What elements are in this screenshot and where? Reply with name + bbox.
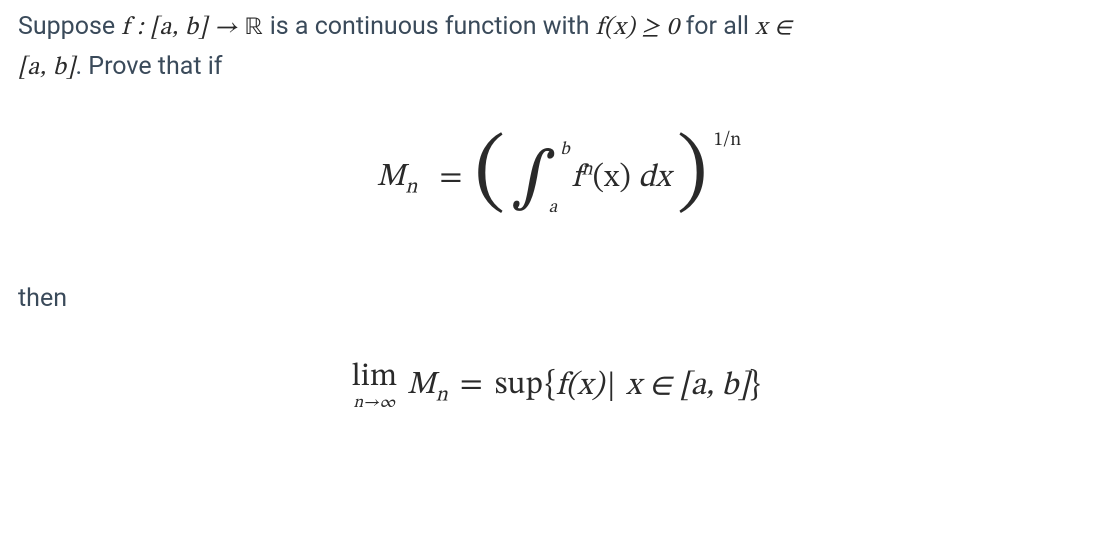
eq1-outer-exponent: 1/n: [714, 126, 742, 155]
integrand-f: f: [572, 162, 582, 194]
text-for-all: for all: [686, 12, 756, 41]
integrand: fn(x) dx: [572, 154, 671, 204]
display-equation-Mn: Mn = ( ∫ b a fn(x) dx ) 1/n: [18, 128, 1094, 230]
eq1-paren-group: ( ∫ b a fn(x) dx ) 1/n: [474, 128, 735, 230]
eq2-xin: x ∈ [a, b]: [619, 370, 750, 402]
eq2-Mn: Mn: [407, 361, 448, 412]
eq2-M: M: [407, 369, 436, 401]
integral-lower: a: [548, 199, 557, 217]
math-fx-ge-0: f(x) ≥ 0: [596, 15, 680, 40]
text-continuous: is a continuous function with: [270, 12, 596, 41]
math-f-domain: f : [a, b] → ℝ: [121, 15, 269, 40]
eq1-lparen: (: [474, 140, 505, 209]
lim-word: lim: [352, 361, 397, 393]
eq1-M: M: [377, 161, 406, 193]
eq2-set: {f(x)| x ∈ [a, b]}: [545, 360, 761, 413]
eq2-equals: =: [460, 361, 483, 411]
math-f-map: f : [a, b] →: [121, 15, 244, 40]
problem-statement-line1: Suppose f : [a, b] → ℝ is a continuous f…: [18, 8, 1094, 88]
eq2-lim: lim n→∞: [352, 361, 397, 412]
text-then: then: [18, 280, 1094, 319]
eq2-bar: |: [607, 370, 616, 402]
integrand-dx: dx: [631, 162, 671, 194]
eq1-rparen: ): [677, 140, 708, 209]
math-x-in: x ∈: [755, 15, 792, 40]
text-suppose: Suppose: [18, 12, 121, 41]
eq2-sup: sup: [495, 361, 543, 411]
math-interval-ab: [a, b]: [18, 55, 76, 80]
integrand-arg: (x): [593, 162, 631, 194]
math-real-symbol: ℝ: [245, 15, 264, 40]
integral-upper: b: [560, 141, 569, 159]
eq1-n-sub: n: [405, 177, 417, 198]
eq2-fx: f(x): [556, 370, 604, 402]
eq1-lhs: Mn: [377, 153, 418, 204]
eq2-rbrace: }: [749, 369, 760, 403]
eq1-integral: ∫ b a fn(x) dx: [511, 128, 671, 230]
display-equation-limit: lim n→∞ Mn = sup {f(x)| x ∈ [a, b]}: [18, 359, 1094, 413]
eq2-lbrace: {: [545, 369, 556, 403]
lim-sub: n→∞: [353, 395, 395, 412]
integrand-exp: n: [582, 159, 593, 179]
text-prove-that-if: . Prove that if: [76, 52, 223, 81]
eq1-equals: =: [439, 154, 462, 204]
eq2-n-sub: n: [436, 384, 448, 405]
